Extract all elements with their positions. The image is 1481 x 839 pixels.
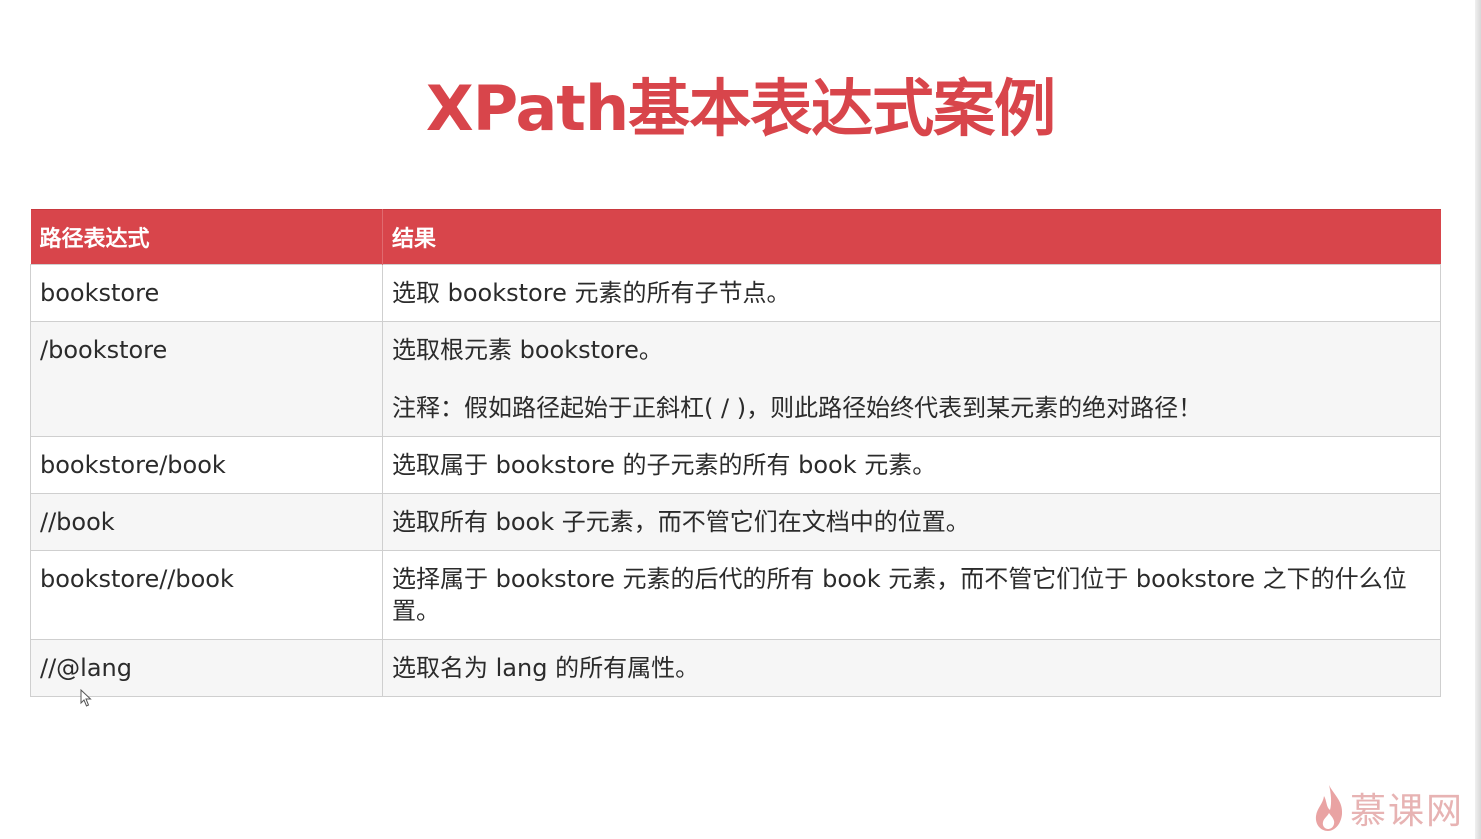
table-row: bookstore 选取 bookstore 元素的所有子节点。 [30,264,1441,322]
table-row: //book 选取所有 book 子元素，而不管它们在文档中的位置。 [30,493,1441,551]
header-path-expression: 路径表达式 [30,209,383,265]
xpath-table: 路径表达式 结果 bookstore 选取 bookstore 元素的所有子节点… [30,209,1441,697]
note-text: 注释：假如路径起始于正斜杠( / )，则此路径始终代表到某元素的绝对路径！ [392,394,1203,422]
page-title: XPath基本表达式案例 [425,72,1056,145]
result-cell: 选取根元素 bookstore。 注释：假如路径起始于正斜杠( / )，则此路径… [382,321,1441,437]
path-cell: bookstore//book [30,550,383,640]
table-header-row: 路径表达式 结果 [30,209,1441,265]
flame-icon [1315,785,1343,831]
header-result: 结果 [382,209,1441,265]
path-cell: //@lang [30,639,383,697]
result-cell: 选取 bookstore 元素的所有子节点。 [382,264,1441,322]
watermark-logo: 慕课网 [1312,780,1472,836]
result-cell: 选取属于 bookstore 的子元素的所有 book 元素。 [382,436,1441,494]
result-text: 选取根元素 bookstore。 [392,336,663,364]
result-cell: 选取名为 lang 的所有属性。 [382,639,1441,697]
mouse-cursor-icon [80,689,92,707]
table-row: bookstore//book 选择属于 bookstore 元素的后代的所有 … [30,550,1441,640]
table-row: /bookstore 选取根元素 bookstore。 注释：假如路径起始于正斜… [30,321,1441,437]
path-cell: bookstore [30,264,383,322]
result-cell: 选取所有 book 子元素，而不管它们在文档中的位置。 [382,493,1441,551]
table-row: bookstore/book 选取属于 bookstore 的子元素的所有 bo… [30,436,1441,494]
path-cell: /bookstore [30,321,383,437]
watermark-text: 慕课网 [1350,791,1465,832]
table-row: //@lang 选取名为 lang 的所有属性。 [30,639,1441,697]
path-cell: bookstore/book [30,436,383,494]
path-cell: //book [30,493,383,551]
result-cell: 选择属于 bookstore 元素的后代的所有 book 元素，而不管它们位于 … [382,550,1441,640]
